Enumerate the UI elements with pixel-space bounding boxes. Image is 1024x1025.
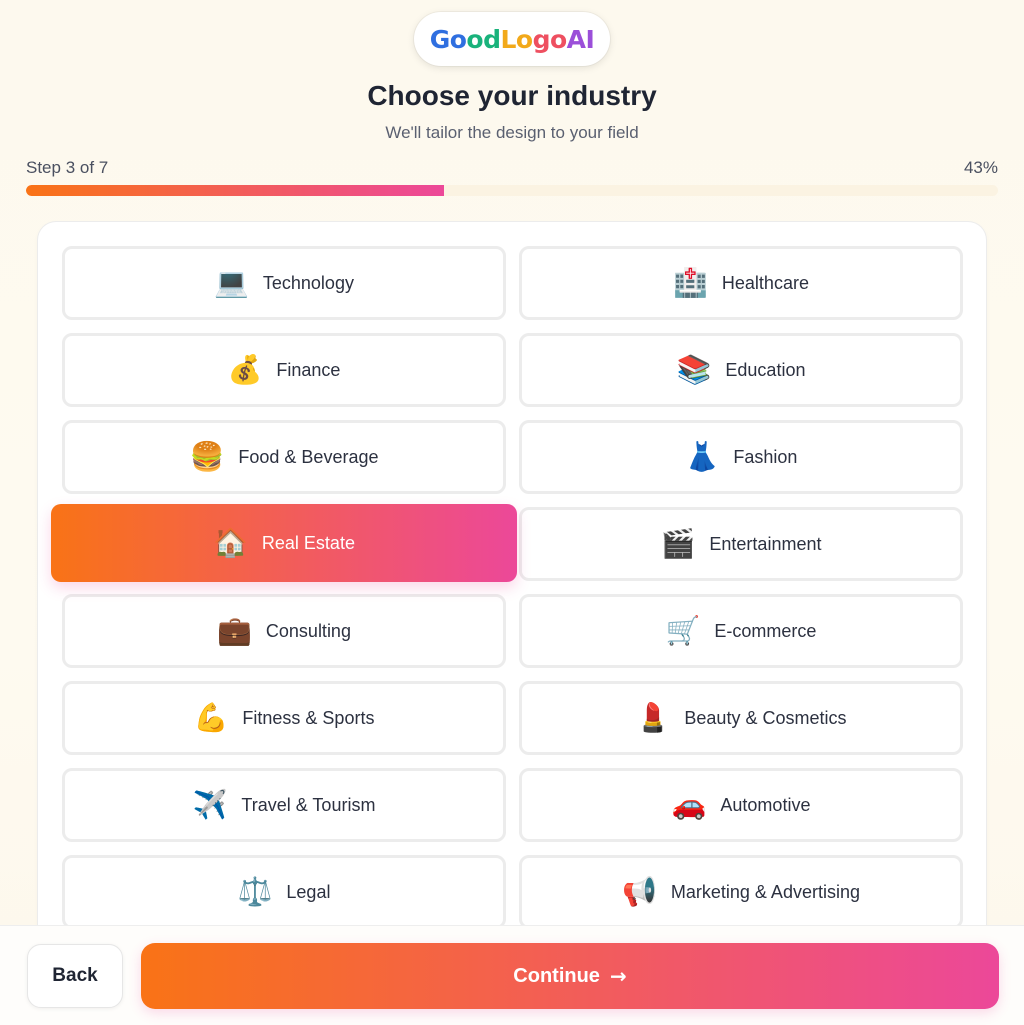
- education-icon: 📚: [676, 354, 712, 385]
- industry-option-education[interactable]: 📚 Education: [519, 333, 963, 407]
- industry-option-consulting[interactable]: 💼 Consulting: [62, 594, 506, 668]
- healthcare-icon: 🏥: [673, 267, 708, 298]
- industry-option-healthcare[interactable]: 🏥 Healthcare: [519, 246, 963, 320]
- industry-option-label: Entertainment: [709, 533, 822, 554]
- industry-option-label: Beauty & Cosmetics: [684, 707, 847, 728]
- arrow-right-icon: →: [609, 964, 627, 988]
- industry-option-finance[interactable]: 💰 Finance: [62, 333, 506, 407]
- industry-option-label: Education: [725, 359, 806, 380]
- industry-option-label: Food & Beverage: [238, 446, 379, 467]
- consulting-icon: 💼: [217, 615, 252, 646]
- industry-option-label: Travel & Tourism: [241, 794, 376, 815]
- industry-option-automotive[interactable]: 🚗 Automotive: [519, 768, 963, 842]
- industry-option-label: Automotive: [720, 794, 811, 815]
- industry-option-marketing-and-advertising[interactable]: 📢 Marketing & Advertising: [519, 855, 963, 929]
- industry-option-label: Finance: [276, 359, 341, 380]
- fashion-icon: 👗: [684, 441, 720, 472]
- continue-label: Continue: [513, 964, 600, 987]
- industry-option-label: Legal: [286, 881, 331, 902]
- page-subtitle: We'll tailor the design to your field: [385, 123, 639, 142]
- logo-text: GoodLogoAI: [429, 24, 595, 54]
- beauty-and-cosmetics-icon: 💄: [635, 702, 671, 733]
- industry-option-label: Healthcare: [721, 272, 809, 293]
- travel-and-tourism-icon: ✈️: [192, 789, 228, 820]
- industry-option-label: Real Estate: [261, 532, 355, 553]
- food-and-beverage-icon: 🍔: [189, 441, 225, 472]
- industry-option-food-and-beverage[interactable]: 🍔 Food & Beverage: [62, 420, 506, 494]
- progress-percent: 43%: [963, 158, 998, 177]
- industry-option-entertainment[interactable]: 🎬 Entertainment: [519, 507, 963, 581]
- industry-option-label: Consulting: [265, 620, 351, 641]
- industry-option-fitness-and-sports[interactable]: 💪 Fitness & Sports: [62, 681, 506, 755]
- continue-button[interactable]: Continue →: [141, 943, 999, 1009]
- technology-icon: 💻: [214, 267, 249, 298]
- progress-bar: [26, 185, 998, 196]
- industry-options-grid: 💻 Technology 🏥 Healthcare 💰 Finance 📚 Education…: [51, 246, 964, 929]
- industry-option-real-estate[interactable]: 🏠 Real Estate: [51, 504, 517, 582]
- industry-option-travel-and-tourism[interactable]: ✈️ Travel & Tourism: [62, 768, 506, 842]
- entertainment-icon: 🎬: [660, 528, 696, 559]
- fitness-and-sports-icon: 💪: [193, 702, 229, 733]
- e-commerce-icon: 🛒: [665, 615, 701, 646]
- step-indicator: Step 3 of 7: [26, 158, 109, 177]
- legal-icon: ⚖️: [237, 876, 273, 907]
- industry-option-label: E-commerce: [714, 620, 817, 641]
- marketing-and-advertising-icon: 📢: [622, 876, 657, 907]
- industry-option-technology[interactable]: 💻 Technology: [62, 246, 506, 320]
- finance-icon: 💰: [227, 354, 263, 385]
- back-button[interactable]: Back: [27, 944, 123, 1008]
- real-estate-icon: 🏠: [213, 527, 248, 558]
- industry-option-label: Marketing & Advertising: [670, 881, 860, 902]
- logo: GoodLogoAI: [414, 12, 610, 66]
- industry-option-label: Fitness & Sports: [242, 707, 375, 728]
- page-title: Choose your industry: [367, 80, 657, 111]
- industry-option-label: Technology: [262, 272, 354, 293]
- progress-bar-fill: [26, 185, 444, 196]
- automotive-icon: 🚗: [671, 789, 707, 820]
- industry-option-e-commerce[interactable]: 🛒 E-commerce: [519, 594, 963, 668]
- industry-option-fashion[interactable]: 👗 Fashion: [519, 420, 963, 494]
- industry-option-legal[interactable]: ⚖️ Legal: [62, 855, 506, 929]
- industry-option-label: Fashion: [733, 446, 798, 467]
- industry-option-beauty-and-cosmetics[interactable]: 💄 Beauty & Cosmetics: [519, 681, 963, 755]
